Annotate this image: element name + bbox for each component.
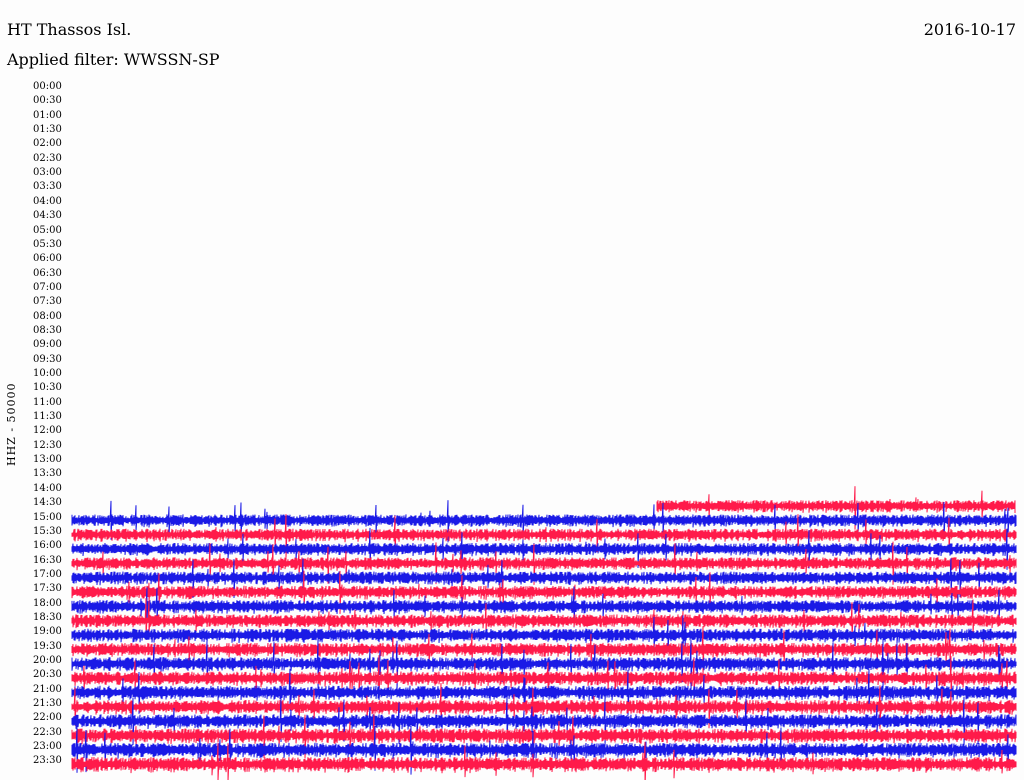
seismogram-plot [71,486,1017,780]
